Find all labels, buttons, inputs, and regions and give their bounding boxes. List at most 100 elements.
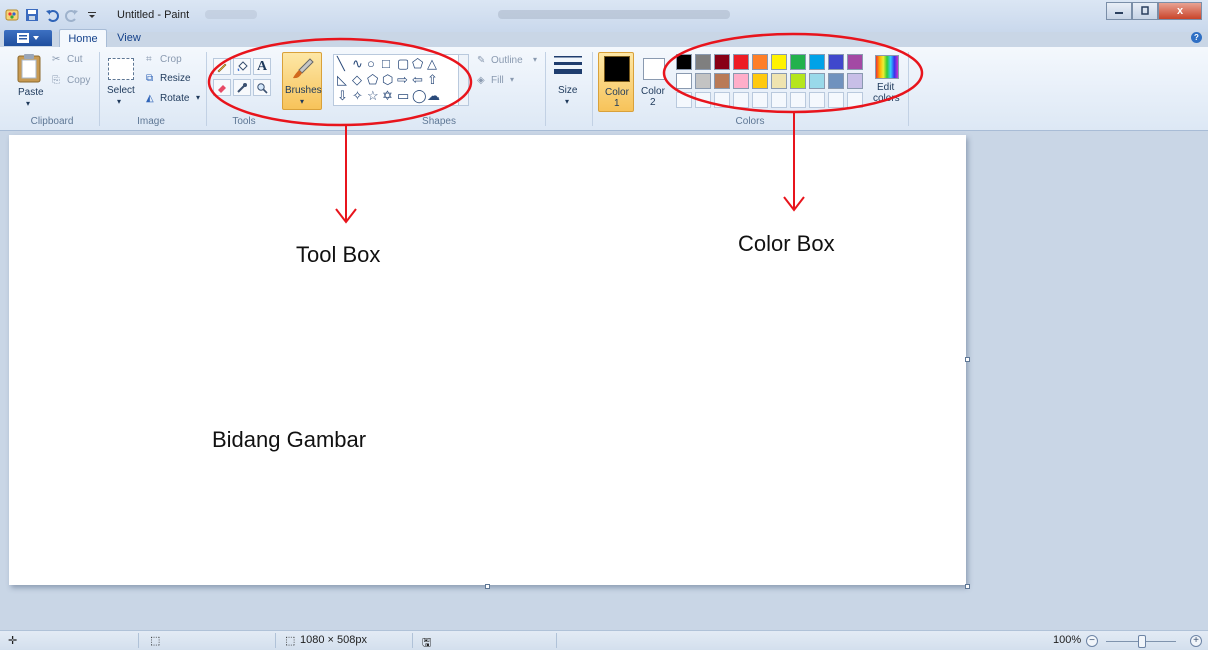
rect-callout-shape-icon[interactable]: ▭ (397, 89, 409, 102)
color-swatch[interactable] (790, 92, 806, 108)
outline-button[interactable]: ✎ Outline ▾ (477, 55, 541, 69)
zoom-slider-thumb[interactable] (1138, 635, 1146, 648)
line-shape-icon[interactable]: ╲ (337, 57, 345, 70)
canvas-resize-handle-right[interactable] (965, 357, 970, 362)
color-swatch[interactable] (714, 92, 730, 108)
hexagon-shape-icon[interactable]: ⬡ (382, 73, 393, 86)
rounded-rectangle-shape-icon[interactable]: ▢ (397, 57, 409, 70)
maximize-button[interactable] (1132, 2, 1158, 20)
color-swatch[interactable] (809, 92, 825, 108)
paste-button[interactable]: Paste ▾ (10, 53, 46, 115)
shapes-scrollbar[interactable] (458, 55, 468, 105)
color-swatch[interactable] (828, 92, 844, 108)
select-button[interactable]: Select ▾ (105, 55, 139, 113)
paste-dropdown-arrow[interactable]: ▾ (26, 99, 30, 108)
color-swatch[interactable] (771, 92, 787, 108)
magnifier-icon[interactable] (253, 79, 271, 96)
triangle-shape-icon[interactable]: △ (427, 57, 437, 70)
color-swatch[interactable] (714, 54, 730, 70)
resize-button[interactable]: ⧉ Resize (146, 73, 196, 87)
size-button[interactable]: Size ▾ (551, 53, 585, 111)
color-swatch[interactable] (828, 54, 844, 70)
color-picker-icon[interactable] (233, 79, 251, 96)
help-icon[interactable]: ? (1191, 32, 1202, 43)
application-menu-button[interactable] (4, 30, 52, 46)
rotate-button[interactable]: ◭ Rotate ▾ (146, 93, 202, 107)
color-swatch[interactable] (733, 54, 749, 70)
customize-qat-icon[interactable] (84, 7, 100, 23)
diamond-shape-icon[interactable]: ◇ (352, 73, 362, 86)
undo-icon[interactable] (44, 7, 60, 23)
pentagon-shape-icon[interactable]: ⬠ (367, 73, 378, 86)
color-swatch[interactable] (847, 92, 863, 108)
pencil-icon[interactable] (213, 58, 231, 75)
text-tool-icon[interactable]: A (253, 58, 271, 75)
color-swatch[interactable] (771, 73, 787, 89)
color-swatch[interactable] (714, 73, 730, 89)
color-swatch[interactable] (752, 92, 768, 108)
tab-home[interactable]: Home (59, 29, 107, 47)
canvas-resize-handle-corner[interactable] (965, 584, 970, 589)
color-swatch[interactable] (733, 92, 749, 108)
color-swatch[interactable] (752, 73, 768, 89)
color-swatch[interactable] (790, 73, 806, 89)
outline-dropdown-arrow: ▾ (533, 55, 538, 64)
color-swatch[interactable] (809, 54, 825, 70)
cut-label: Cut (67, 54, 83, 65)
canvas-resize-handle-bottom[interactable] (485, 584, 490, 589)
five-point-star-shape-icon[interactable]: ☆ (367, 89, 379, 102)
color-swatch[interactable] (676, 54, 692, 70)
save-icon[interactable] (24, 7, 40, 23)
copy-button[interactable]: ⎘ Copy (52, 75, 92, 89)
color-swatch[interactable] (771, 54, 787, 70)
zoom-out-button[interactable]: − (1086, 635, 1098, 647)
color-swatch[interactable] (809, 73, 825, 89)
color-swatch[interactable] (695, 73, 711, 89)
color-swatch[interactable] (695, 54, 711, 70)
tab-view[interactable]: View (111, 29, 147, 47)
color-swatch[interactable] (847, 73, 863, 89)
brushes-label: Brushes (285, 85, 322, 96)
fill-bucket-icon[interactable] (233, 58, 251, 75)
redo-icon[interactable] (64, 7, 80, 23)
polygon-shape-icon[interactable]: ⬠ (412, 57, 423, 70)
left-arrow-shape-icon[interactable]: ⇦ (412, 73, 423, 86)
color2-button[interactable]: Color 2 (638, 52, 672, 112)
up-arrow-shape-icon[interactable]: ⇧ (427, 73, 438, 86)
color-swatch[interactable] (676, 92, 692, 108)
color1-button[interactable]: Color 1 (598, 52, 634, 112)
color-swatch[interactable] (733, 73, 749, 89)
color-swatch[interactable] (790, 54, 806, 70)
shapes-gallery[interactable]: ╲ ∿ ○ □ ▢ ⬠ △ ◺ ◇ ⬠ ⬡ ⇨ ⇦ ⇧ ⇩ ✧ ☆ ✡ ▭ ◯ … (333, 54, 469, 106)
right-triangle-shape-icon[interactable]: ◺ (337, 73, 347, 86)
paste-label: Paste (18, 87, 44, 98)
rectangle-shape-icon[interactable]: □ (382, 57, 390, 70)
curve-shape-icon[interactable]: ∿ (352, 57, 363, 70)
edit-colors-button[interactable]: Edit colors (870, 53, 904, 111)
drawing-canvas[interactable]: Tool Box Color Box Bidang Gambar (9, 135, 966, 585)
tool-box-label: Tool Box (296, 242, 381, 267)
fill-button[interactable]: ◈ Fill ▾ (477, 75, 523, 89)
brushes-button[interactable]: Brushes ▾ (282, 52, 322, 110)
zoom-in-button[interactable]: + (1190, 635, 1202, 647)
close-button[interactable]: x (1158, 2, 1202, 20)
down-arrow-shape-icon[interactable]: ⇩ (337, 89, 348, 102)
color-palette (676, 54, 866, 110)
color-swatch[interactable] (847, 54, 863, 70)
color-swatch[interactable] (676, 73, 692, 89)
oval-callout-shape-icon[interactable]: ◯ (412, 89, 427, 102)
minimize-button[interactable] (1106, 2, 1132, 20)
paint-app-icon[interactable] (4, 7, 20, 23)
six-point-star-shape-icon[interactable]: ✡ (382, 89, 393, 102)
right-arrow-shape-icon[interactable]: ⇨ (397, 73, 408, 86)
color-swatch[interactable] (752, 54, 768, 70)
cut-button[interactable]: ✂ Cut (52, 54, 92, 68)
color-swatch[interactable] (828, 73, 844, 89)
oval-shape-icon[interactable]: ○ (367, 57, 375, 70)
four-point-star-shape-icon[interactable]: ✧ (352, 89, 363, 102)
eraser-icon[interactable] (213, 79, 231, 96)
cloud-callout-shape-icon[interactable]: ☁ (427, 89, 440, 102)
crop-button[interactable]: ⌗ Crop (146, 54, 196, 68)
color-swatch[interactable] (695, 92, 711, 108)
select-dropdown-arrow[interactable]: ▾ (117, 97, 121, 106)
